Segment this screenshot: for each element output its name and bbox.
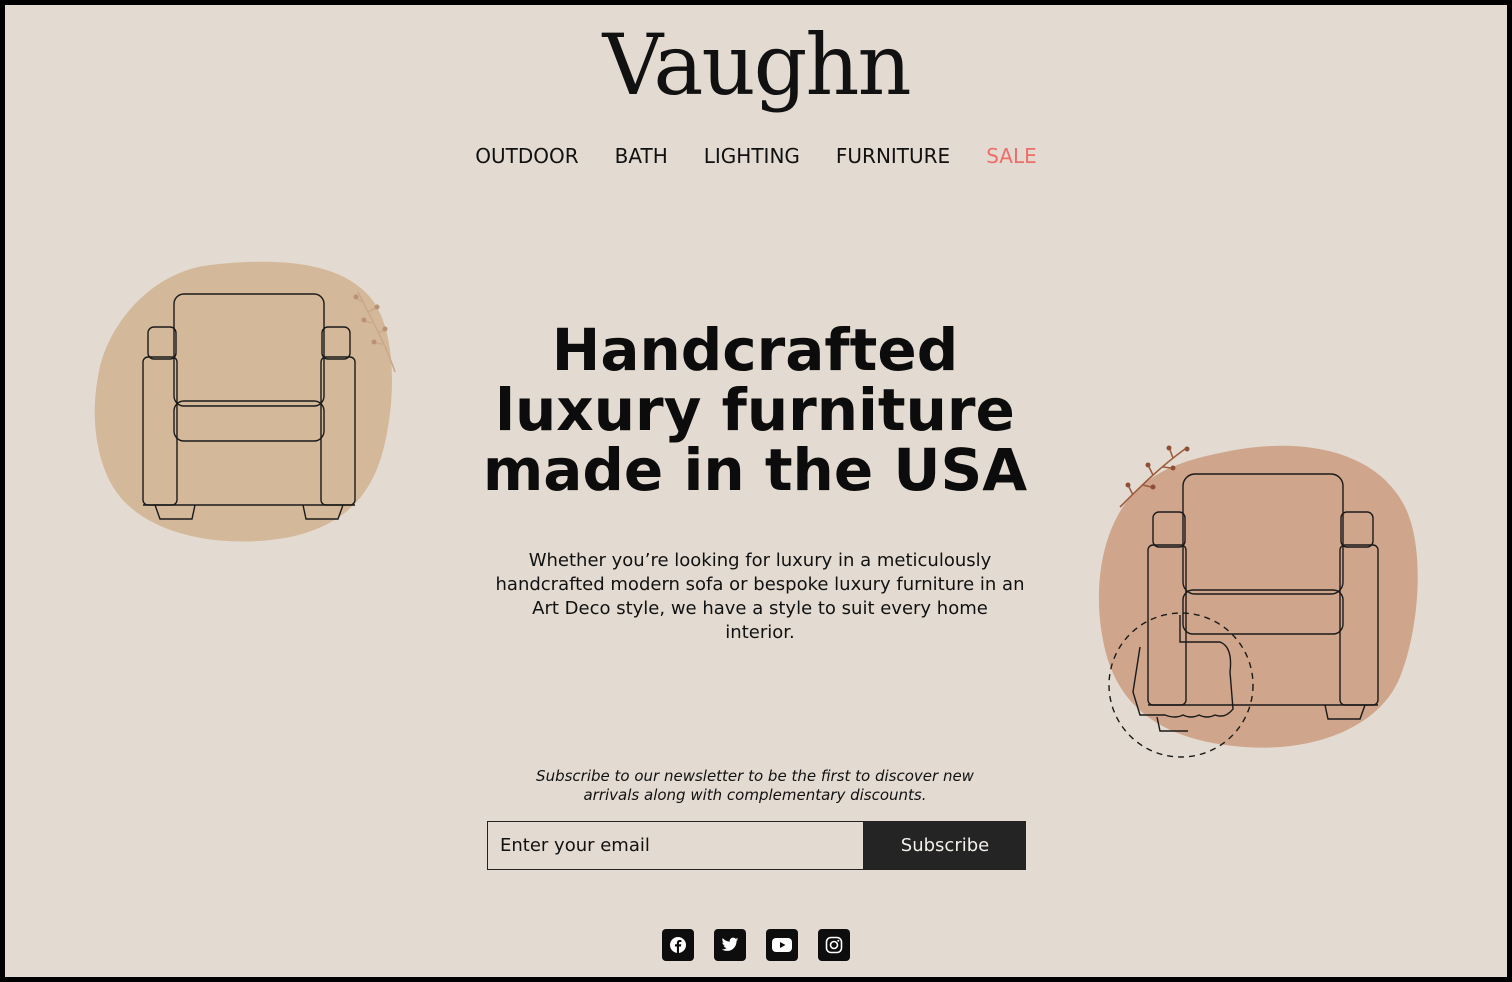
facebook-icon[interactable]: [662, 929, 694, 961]
hero-title: Handcrafted luxury furniture made in the…: [475, 320, 1035, 500]
brand-logo[interactable]: Vaughn: [5, 23, 1507, 107]
nav-item-lighting[interactable]: LIGHTING: [704, 144, 800, 168]
hero-title-line-3: made in the USA: [482, 436, 1028, 504]
main-nav: OUTDOOR BATH LIGHTING FURNITURE SALE: [5, 144, 1507, 168]
blob-right: [1098, 445, 1418, 748]
instagram-icon[interactable]: [818, 929, 850, 961]
nav-item-outdoor[interactable]: OUTDOOR: [475, 144, 578, 168]
armchair-illustration-left: [94, 261, 396, 542]
nav-item-furniture[interactable]: FURNITURE: [836, 144, 950, 168]
email-input[interactable]: [487, 821, 864, 870]
hero-title-line-2: luxury furniture: [495, 376, 1015, 444]
newsletter-description: Subscribe to our newsletter to be the fi…: [536, 767, 974, 804]
newsletter-form: Subscribe: [487, 821, 1026, 870]
social-links: [5, 929, 1507, 961]
nav-item-bath[interactable]: BATH: [615, 144, 668, 168]
subscribe-button[interactable]: Subscribe: [864, 821, 1026, 870]
nav-item-sale[interactable]: SALE: [986, 144, 1037, 168]
twitter-icon[interactable]: [714, 929, 746, 961]
landing-page: Vaughn OUTDOOR BATH LIGHTING FURNITURE S…: [5, 5, 1507, 977]
armchair-illustration-right: [1098, 445, 1418, 758]
hero-description: Whether you’re looking for luxury in a m…: [495, 550, 1025, 643]
youtube-icon[interactable]: [766, 929, 798, 961]
hero-title-line-1: Handcrafted: [551, 316, 959, 384]
